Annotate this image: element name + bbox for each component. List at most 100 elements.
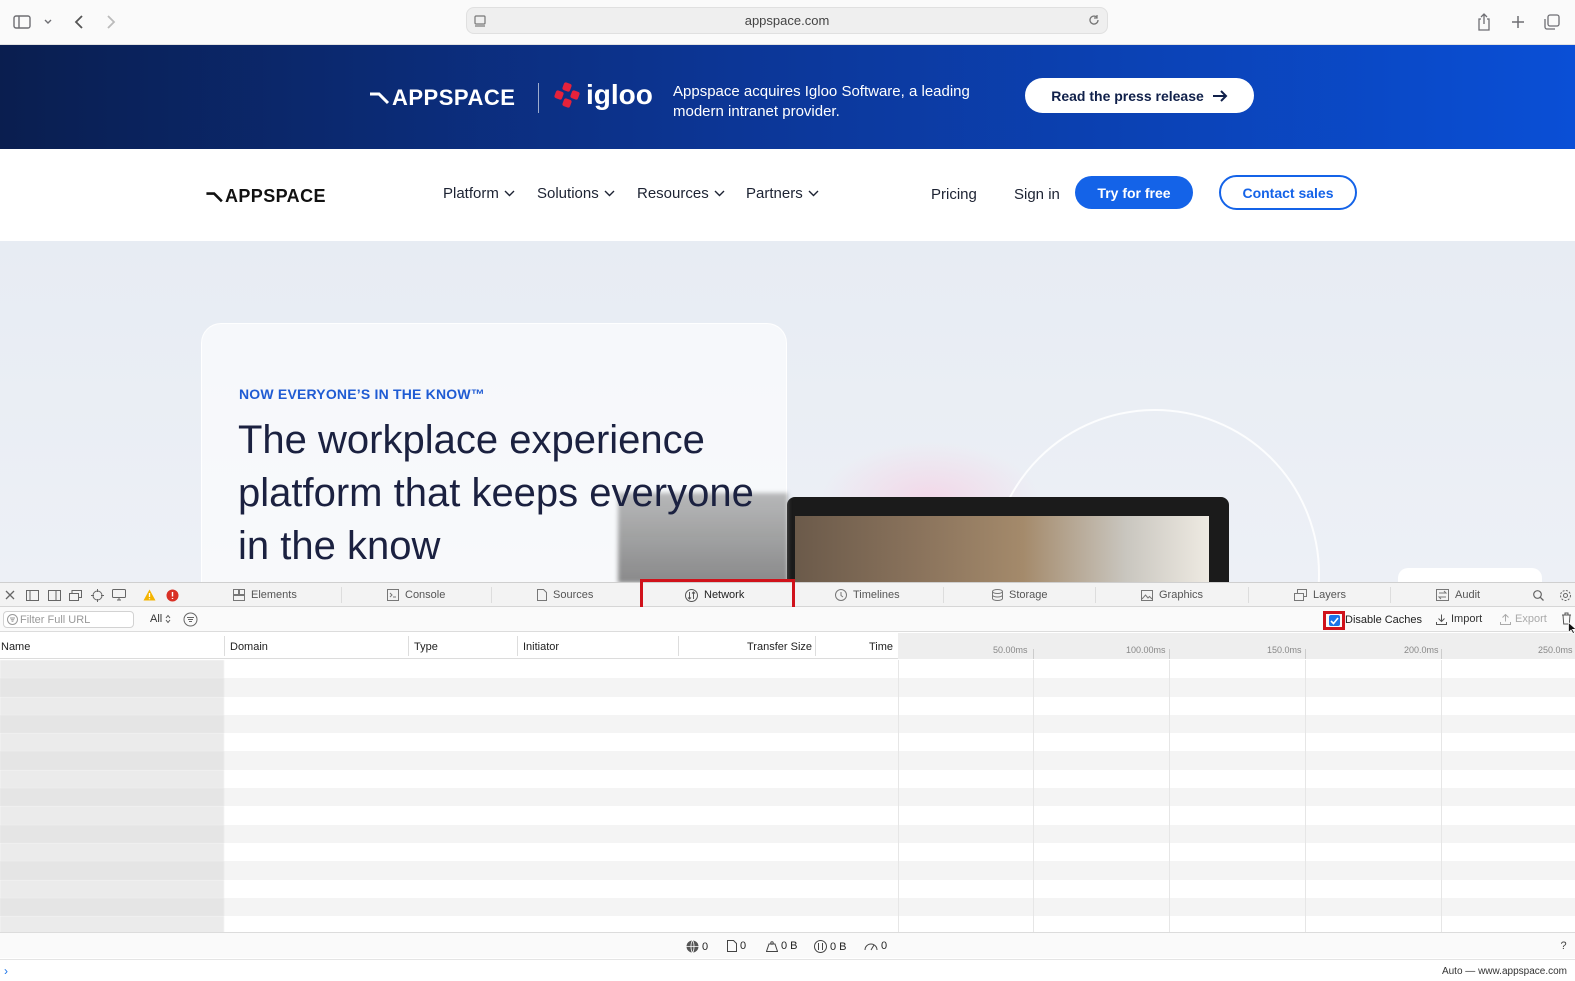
warning-icon[interactable] <box>141 587 157 603</box>
table-row <box>0 842 1575 862</box>
tab-audit[interactable]: Audit <box>1436 583 1480 607</box>
search-icon[interactable] <box>1530 587 1546 603</box>
igloo-logo: igloo <box>554 79 653 111</box>
pricing-link[interactable]: Pricing <box>931 186 977 203</box>
table-row <box>0 714 1575 734</box>
tab-layers[interactable]: Layers <box>1294 583 1346 607</box>
reload-icon[interactable] <box>1087 13 1101 27</box>
name-cell <box>0 806 224 825</box>
hero-headline: The workplace experience platform that k… <box>238 418 754 568</box>
back-icon[interactable] <box>67 10 91 34</box>
resource-type-value: All <box>150 613 163 625</box>
tab-sources[interactable]: Sources <box>537 583 593 607</box>
press-release-button[interactable]: Read the press release <box>1025 78 1254 113</box>
col-name[interactable]: Name <box>1 641 30 653</box>
column-divider[interactable] <box>408 636 409 656</box>
tab-separator <box>943 587 944 603</box>
device-settings-icon[interactable] <box>111 587 127 603</box>
waterfall-divider <box>898 660 899 934</box>
menu-partners-label: Partners <box>746 185 803 202</box>
layers-icon <box>1294 589 1307 601</box>
waterfall-gridline <box>1441 660 1442 934</box>
waterfall-gridline <box>1169 660 1170 934</box>
table-row <box>0 879 1575 898</box>
press-release-label: Read the press release <box>1051 87 1204 104</box>
table-row <box>0 696 1575 715</box>
tab-storage-label: Storage <box>1009 589 1048 601</box>
export-button[interactable]: Export <box>1500 613 1547 625</box>
error-icon[interactable] <box>164 587 180 603</box>
address-bar[interactable]: appspace.com <box>466 7 1108 34</box>
menu-resources[interactable]: Resources <box>637 185 725 202</box>
name-cell <box>0 678 224 697</box>
disable-caches-label: Disable Caches <box>1345 614 1423 626</box>
dock-side-icon[interactable] <box>46 587 62 603</box>
table-row <box>0 678 1575 697</box>
column-divider[interactable] <box>678 636 679 656</box>
appspace-logo[interactable]: APPSPACE <box>206 186 326 207</box>
col-domain[interactable]: Domain <box>230 641 268 653</box>
tab-graphics[interactable]: Graphics <box>1141 583 1203 607</box>
menu-solutions[interactable]: Solutions <box>537 185 615 202</box>
element-picker-icon[interactable] <box>89 587 105 603</box>
name-cell <box>0 696 224 715</box>
chevron-down-icon <box>808 190 819 197</box>
tab-separator <box>1390 587 1391 603</box>
table-row <box>0 769 1575 789</box>
tab-audit-label: Audit <box>1455 589 1481 601</box>
tab-timelines-label: Timelines <box>853 589 900 601</box>
col-transfer-size[interactable]: Transfer Size <box>747 641 812 653</box>
timeline-tick: 50.00ms <box>993 645 1028 655</box>
tab-overview-icon[interactable] <box>1540 10 1564 34</box>
chevron-down-icon <box>604 190 615 197</box>
quick-console[interactable]: › Auto — www.appspace.com <box>0 959 1575 981</box>
column-divider[interactable] <box>224 636 225 656</box>
share-icon[interactable] <box>1472 10 1496 34</box>
weight-icon <box>766 940 778 952</box>
forward-icon[interactable] <box>99 10 123 34</box>
chevron-down-icon[interactable] <box>36 10 60 34</box>
tab-elements[interactable]: Elements <box>233 583 297 607</box>
transferred-value: 0 B <box>781 940 798 952</box>
name-cell <box>0 879 224 898</box>
contact-sales-button[interactable]: Contact sales <box>1219 175 1357 210</box>
column-divider[interactable] <box>517 636 518 656</box>
hero-section: NOW EVERYONE’S IN THE KNOW™ The workplac… <box>0 241 1575 582</box>
filter-options-icon[interactable] <box>183 612 198 627</box>
close-inspector-icon[interactable] <box>2 587 18 603</box>
sign-in-link[interactable]: Sign in <box>1014 186 1060 203</box>
tab-elements-label: Elements <box>251 589 297 601</box>
import-button[interactable]: Import <box>1436 613 1482 625</box>
filter-url-input[interactable]: Filter Full URL <box>3 611 134 628</box>
menu-partners[interactable]: Partners <box>746 185 819 202</box>
try-for-free-button[interactable]: Try for free <box>1075 176 1193 209</box>
undock-icon[interactable] <box>67 587 83 603</box>
filter-icon <box>7 614 18 625</box>
tab-separator <box>1248 587 1249 603</box>
dock-bottom-icon[interactable] <box>24 587 40 603</box>
help-icon[interactable]: ? <box>1556 938 1571 953</box>
execution-context[interactable]: Auto — www.appspace.com <box>1442 966 1567 977</box>
col-initiator[interactable]: Initiator <box>523 641 559 653</box>
new-tab-icon[interactable] <box>1506 10 1530 34</box>
col-type[interactable]: Type <box>414 641 438 653</box>
resources-count: 0 <box>727 940 746 952</box>
arrow-right-icon <box>1212 89 1228 102</box>
browser-toolbar: appspace.com <box>0 0 1575 45</box>
resource-type-select[interactable]: All <box>150 613 171 625</box>
column-divider[interactable] <box>815 636 816 656</box>
tab-timelines[interactable]: Timelines <box>835 583 900 607</box>
tab-storage[interactable]: Storage <box>992 583 1048 607</box>
timelines-icon <box>835 589 847 601</box>
banner-logo-text: APPSPACE <box>392 85 516 110</box>
menu-platform[interactable]: Platform <box>443 185 515 202</box>
disable-caches-highlight <box>1323 611 1345 630</box>
gear-icon[interactable] <box>1557 587 1573 603</box>
hero-floating-card <box>1398 568 1542 582</box>
site-settings-icon[interactable] <box>473 14 487 28</box>
sidebar-toggle-icon[interactable] <box>10 10 34 34</box>
tab-console[interactable]: Console <box>387 583 445 607</box>
col-time[interactable]: Time <box>869 641 893 653</box>
timeline-tick: 250.0ms <box>1538 645 1573 655</box>
chevron-down-icon <box>714 190 725 197</box>
